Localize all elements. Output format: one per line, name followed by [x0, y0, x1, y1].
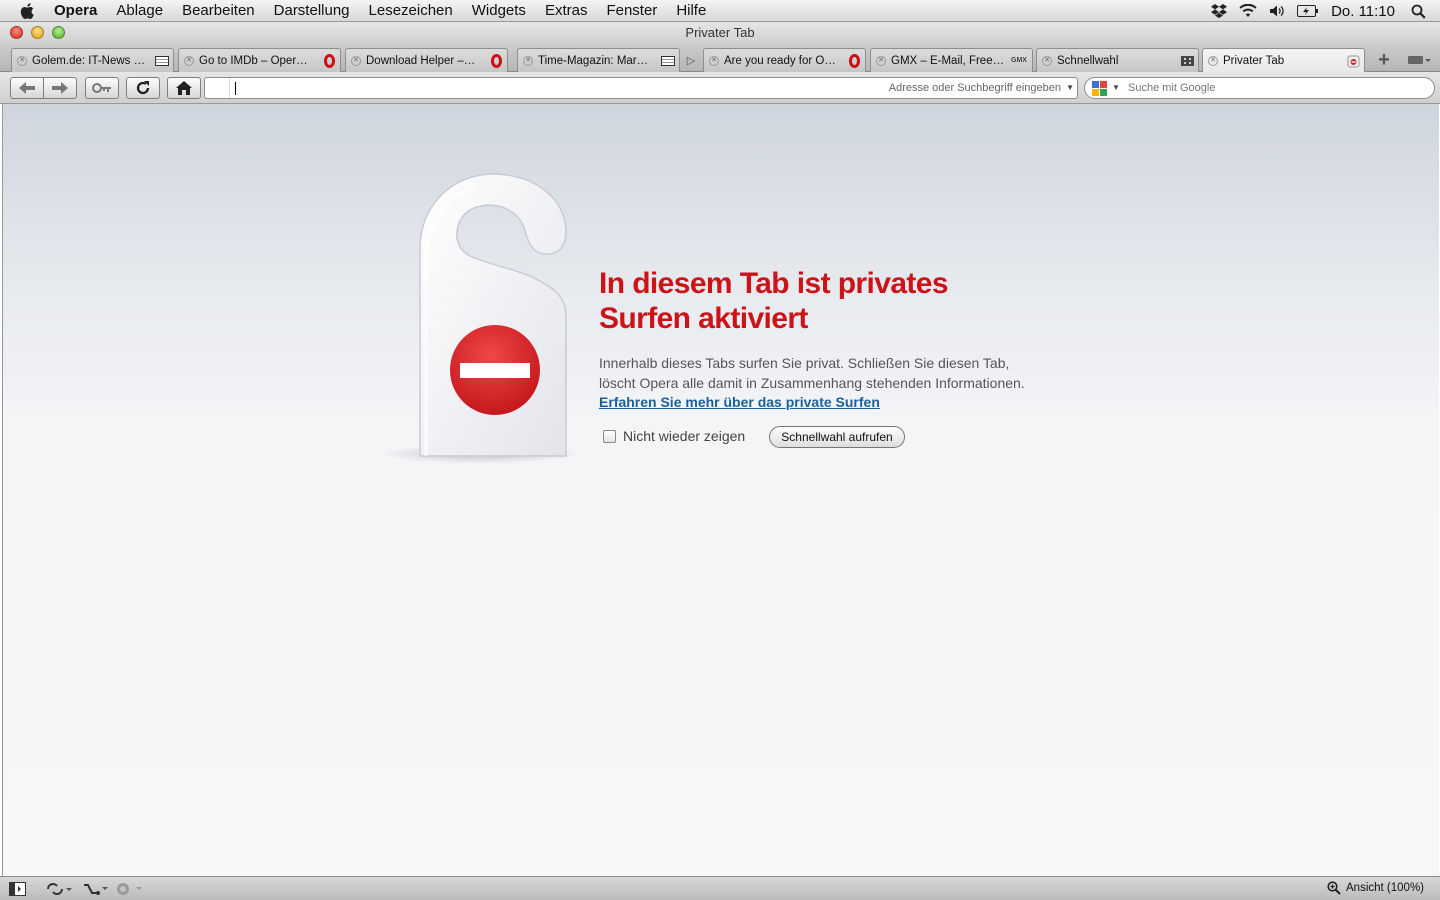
tab-label: Time-Magazin: Mar… — [538, 54, 649, 67]
tab-label: Privater Tab — [1223, 55, 1285, 67]
close-window-button[interactable] — [10, 26, 23, 39]
menu-lesezeichen[interactable]: Lesezeichen — [369, 2, 453, 19]
tab-close-icon[interactable]: ✕ — [709, 55, 719, 66]
forward-button[interactable] — [43, 77, 77, 99]
tab-label: Schnellwahl — [1057, 54, 1119, 67]
traffic-lights — [10, 26, 73, 39]
menu-extras[interactable]: Extras — [545, 2, 588, 19]
status-bar: Ansicht (100%) — [0, 876, 1440, 900]
flag-icon — [155, 54, 169, 68]
learn-more-link[interactable]: Erfahren Sie mehr über das private Surfe… — [599, 394, 880, 410]
apple-icon[interactable] — [18, 1, 38, 21]
dont-show-again-checkbox[interactable] — [603, 430, 616, 443]
tab-label: Download Helper –… — [366, 54, 476, 67]
key-icon — [92, 83, 111, 93]
minimize-window-button[interactable] — [31, 26, 44, 39]
menubar-status-area: Do. 11:10 — [1211, 0, 1440, 22]
opera-icon — [489, 53, 503, 68]
opera-icon — [847, 53, 861, 68]
navigation-toolbar: Adresse oder Suchbegriff eingeben ▼ ▼ Su… — [0, 72, 1440, 104]
reload-button[interactable] — [126, 77, 160, 99]
address-dropdown-icon[interactable]: ▼ — [1066, 83, 1074, 92]
tab-close-icon[interactable]: ✕ — [876, 55, 886, 66]
search-placeholder: Suche mit Google — [1128, 82, 1216, 94]
menu-darstellung[interactable]: Darstellung — [274, 2, 350, 19]
home-icon — [176, 81, 192, 95]
menu-hilfe[interactable]: Hilfe — [676, 2, 706, 19]
flag-icon — [661, 54, 675, 68]
tab-gmx[interactable]: ✕ GMX – E-Mail, Free… GMX — [870, 48, 1033, 72]
address-bar[interactable]: Adresse oder Suchbegriff eingeben ▼ — [204, 77, 1078, 99]
tab-close-icon[interactable]: ✕ — [523, 55, 533, 66]
password-manager-button[interactable] — [85, 77, 119, 99]
description-text: Innerhalb dieses Tabs surfen Sie privat.… — [599, 355, 1025, 391]
gmx-icon: GMX — [1011, 57, 1027, 64]
tab-time-magazin[interactable]: ✕ Time-Magazin: Mar… — [517, 48, 680, 72]
do-not-disturb-hanger-icon — [380, 173, 580, 464]
text-cursor — [235, 82, 236, 95]
tab-label: Are you ready for O… — [724, 54, 836, 67]
tab-label: Go to IMDb – Oper… — [199, 54, 308, 67]
trash-closed-tabs-icon[interactable] — [1404, 50, 1434, 70]
tab-label: GMX – E-Mail, Free… — [891, 54, 1005, 67]
opera-unite-icon[interactable] — [82, 880, 108, 898]
google-icon[interactable] — [1092, 81, 1107, 96]
menu-fenster[interactable]: Fenster — [606, 2, 657, 19]
speed-dial-grid-icon — [1180, 54, 1194, 68]
tab-bar: ✕ Golem.de: IT-News … ✕ Go to IMDb – Ope… — [0, 44, 1440, 73]
tab-schnellwahl[interactable]: ✕ Schnellwahl — [1036, 48, 1199, 72]
page-content — [2, 104, 1439, 876]
address-placeholder: Adresse oder Suchbegriff eingeben — [888, 82, 1061, 94]
back-icon — [19, 82, 35, 94]
zoom-control[interactable]: Ansicht (100%) — [1327, 881, 1424, 895]
wifi-icon[interactable] — [1239, 4, 1257, 18]
tab-imdb[interactable]: ✕ Go to IMDb – Oper… — [178, 48, 341, 72]
tab-close-icon[interactable]: ✕ — [1042, 55, 1052, 66]
search-engine-dropdown-icon[interactable]: ▼ — [1112, 83, 1120, 92]
page-title: In diesem Tab ist privates Surfen aktivi… — [599, 267, 949, 335]
new-tab-plus-icon[interactable]: + — [1372, 49, 1396, 71]
tab-golem[interactable]: ✕ Golem.de: IT-News … — [11, 48, 174, 72]
turbo-icon[interactable] — [116, 880, 142, 898]
zoom-label: Ansicht (100%) — [1346, 882, 1424, 894]
tab-stack-arrow-icon[interactable]: ▷ — [683, 50, 699, 70]
battery-icon[interactable] — [1297, 5, 1319, 17]
tab-label: Golem.de: IT-News … — [32, 54, 146, 67]
tab-privater-tab[interactable]: ✕ Privater Tab — [1202, 48, 1365, 73]
dropbox-icon[interactable] — [1211, 4, 1228, 18]
tab-are-you-ready[interactable]: ✕ Are you ready for O… — [703, 48, 866, 72]
tab-close-icon[interactable]: ✕ — [184, 55, 194, 66]
open-speed-dial-button[interactable]: Schnellwahl aufrufen — [769, 426, 905, 448]
back-button[interactable] — [10, 77, 44, 99]
tab-close-icon[interactable]: ✕ — [351, 55, 361, 66]
tab-close-icon[interactable]: ✕ — [17, 55, 27, 66]
volume-icon[interactable] — [1269, 4, 1285, 18]
zoom-icon — [1327, 881, 1341, 895]
mac-menubar: Opera Ablage Bearbeiten Darstellung Lese… — [0, 0, 1440, 22]
menu-widgets[interactable]: Widgets — [472, 2, 526, 19]
home-button[interactable] — [167, 77, 201, 99]
forward-icon — [52, 82, 68, 94]
menu-bearbeiten[interactable]: Bearbeiten — [182, 2, 255, 19]
site-info-badge[interactable] — [205, 78, 230, 98]
search-field[interactable]: ▼ Suche mit Google — [1084, 77, 1435, 99]
reload-icon — [136, 81, 150, 95]
menu-opera[interactable]: Opera — [54, 2, 97, 19]
tab-close-icon[interactable]: ✕ — [1208, 56, 1218, 66]
spotlight-icon[interactable] — [1411, 4, 1426, 19]
window-titlebar: Privater Tab — [0, 22, 1440, 44]
tab-download-helper[interactable]: ✕ Download Helper –… — [345, 48, 508, 72]
panel-toggle-icon[interactable] — [9, 880, 26, 898]
menu-ablage[interactable]: Ablage — [116, 2, 163, 19]
opera-window: { "menubar": { "app_name": "Opera", "ite… — [0, 0, 1440, 900]
menubar-clock[interactable]: Do. 11:10 — [1331, 3, 1395, 20]
dont-show-again-label[interactable]: Nicht wieder zeigen — [623, 428, 745, 444]
private-icon — [1346, 54, 1360, 68]
window-title: Privater Tab — [685, 25, 755, 40]
sync-icon[interactable] — [46, 880, 72, 898]
zoom-window-button[interactable] — [52, 26, 65, 39]
opera-icon — [322, 53, 336, 68]
page-description: Innerhalb dieses Tabs surfen Sie privat.… — [599, 354, 1029, 413]
